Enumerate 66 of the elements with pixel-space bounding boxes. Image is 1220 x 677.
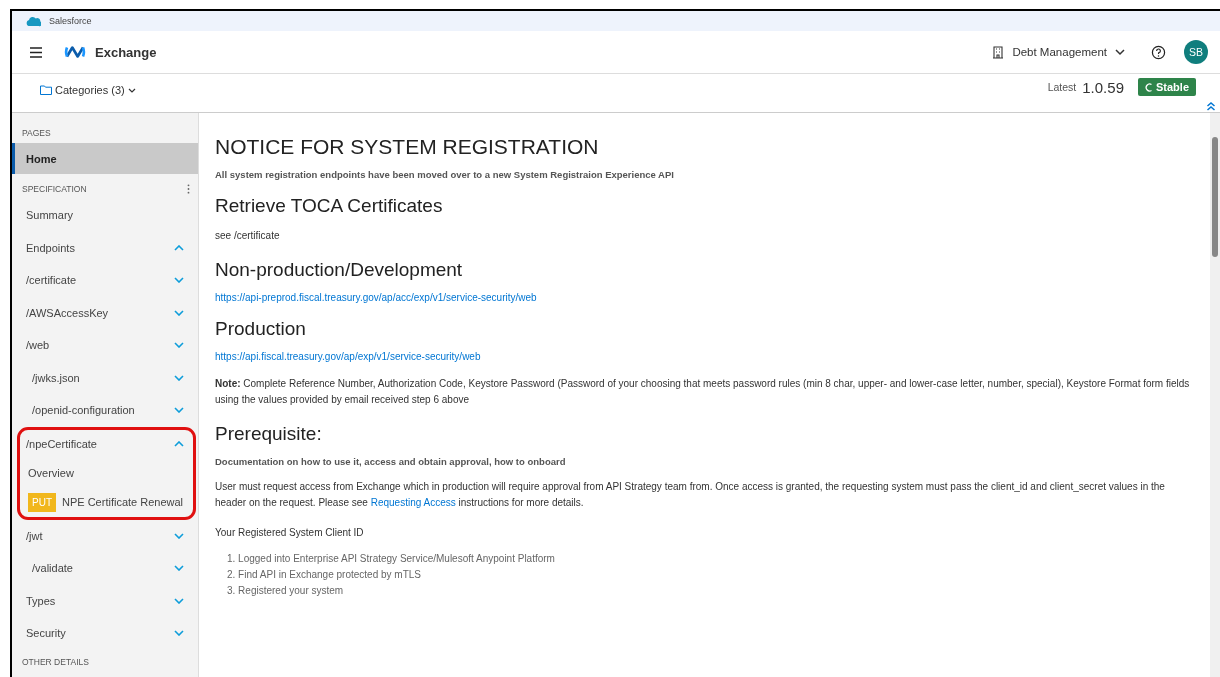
tab-title: Salesforce — [49, 16, 92, 26]
chevron-up-icon[interactable] — [174, 441, 184, 447]
chevron-down-icon[interactable] — [174, 630, 184, 637]
method-badge: PUT — [28, 492, 56, 512]
section-heading: Non-production/Development — [215, 259, 464, 281]
chevron-down-icon[interactable] — [174, 374, 184, 381]
chevron-down-icon[interactable] — [174, 565, 184, 572]
chevron-down-icon[interactable] — [174, 532, 184, 539]
summary-text: All system registration endpoints have been moved over to a new System Registraion Experience API — [215, 169, 675, 180]
nav-item[interactable]: Endpoints — [12, 231, 198, 264]
chevron-down-icon — [127, 87, 136, 93]
summary-text: Documentation on how to use it, access and obtain approval, how to onboard — [215, 456, 567, 467]
chevron-down-icon — [1115, 48, 1125, 56]
nav-item[interactable]: /openid-configuration — [12, 394, 198, 427]
collapse-icon[interactable] — [1206, 101, 1216, 111]
section-title: PAGES — [22, 128, 51, 138]
section-heading: Production — [215, 318, 307, 340]
nav-item[interactable]: Overview — [20, 458, 193, 488]
list-item: 3. Registered your system — [227, 584, 344, 598]
section-title: OTHER DETAILS — [22, 656, 89, 667]
chevron-down-icon[interactable] — [174, 597, 184, 604]
user-avatar[interactable]: SB — [1184, 40, 1208, 64]
help-icon[interactable] — [1151, 44, 1166, 60]
paragraph: Note: Complete Reference Number, Authorization Code, Keystore Password (Password of your choosing that meets password rules (min 8 char, upper- and lower-case letter, number, special), Keystore Format form fields using the values provided by email received step 6 above — [215, 377, 1191, 407]
nav-item[interactable]: /jwks.json — [12, 361, 198, 394]
nav-item[interactable]: Types — [12, 584, 198, 617]
logo-icon — [64, 44, 86, 60]
paragraph: Your Registered System Client ID — [215, 526, 365, 540]
organization-dropdown[interactable]: Debt Management — [986, 44, 1131, 60]
cloud-icon — [26, 15, 41, 27]
nav-item[interactable]: Home — [12, 143, 198, 174]
more-icon[interactable] — [187, 184, 190, 194]
paragraph: see /certificate — [215, 229, 281, 243]
url-link[interactable]: https://api-preprod.fiscal.treasury.gov/ap/acc/exp/v1/service-security/web — [215, 292, 537, 303]
paragraph: User must request access from Exchange which in production will require approval from API Strategy team from. Once access is granted, the requesting system must pass the client_id and client_secret values in the header on the request. Please see Requesting Access instructions for more details. — [215, 480, 1166, 510]
chevron-down-icon[interactable] — [174, 277, 184, 284]
nav-item[interactable]: /validate — [12, 552, 198, 585]
nav-item[interactable]: Security — [12, 617, 198, 650]
section-title: SPECIFICATION — [22, 184, 87, 194]
nav-item[interactable]: /jwt — [12, 519, 198, 552]
nav-item[interactable]: PUT NPE Certificate Renewal — [20, 487, 193, 517]
status-badge: Stable — [1138, 78, 1196, 96]
nav-item[interactable]: /AWSAccessKey — [12, 296, 198, 329]
version-label: Latest — [1047, 81, 1077, 93]
menu-button[interactable] — [30, 46, 42, 58]
nav-item[interactable]: /certificate — [12, 264, 198, 297]
section-heading: Retrieve TOCA Certificates — [215, 195, 444, 217]
categories-dropdown[interactable]: Categories (3) — [40, 84, 136, 96]
nav-item[interactable]: /web — [12, 329, 198, 362]
folder-icon — [40, 85, 52, 95]
nav-item[interactable]: /npeCertificate — [20, 429, 193, 459]
url-link[interactable]: https://api.fiscal.treasury.gov/ap/exp/v1/service-security/web — [215, 351, 481, 362]
chevron-down-icon[interactable] — [174, 309, 184, 316]
version-number: 1.0.59 — [1082, 78, 1124, 96]
list-item: 2. Find API in Exchange protected by mTLS — [227, 568, 421, 582]
app-name: Exchange — [95, 44, 157, 60]
section-heading: Prerequisite: — [215, 423, 323, 445]
inline-link[interactable]: Requesting Access — [370, 497, 456, 508]
scrollbar[interactable] — [1210, 113, 1220, 677]
building-icon — [992, 45, 1005, 59]
chevron-down-icon[interactable] — [174, 407, 184, 414]
page-heading: NOTICE FOR SYSTEM REGISTRATION — [215, 135, 600, 159]
chevron-down-icon[interactable] — [174, 342, 184, 349]
chevron-up-icon[interactable] — [174, 244, 184, 251]
list-item: 1. Logged into Enterprise API Strategy Service/Mulesoft Anypoint Platform — [227, 552, 555, 566]
nav-item[interactable]: Summary — [12, 199, 198, 232]
